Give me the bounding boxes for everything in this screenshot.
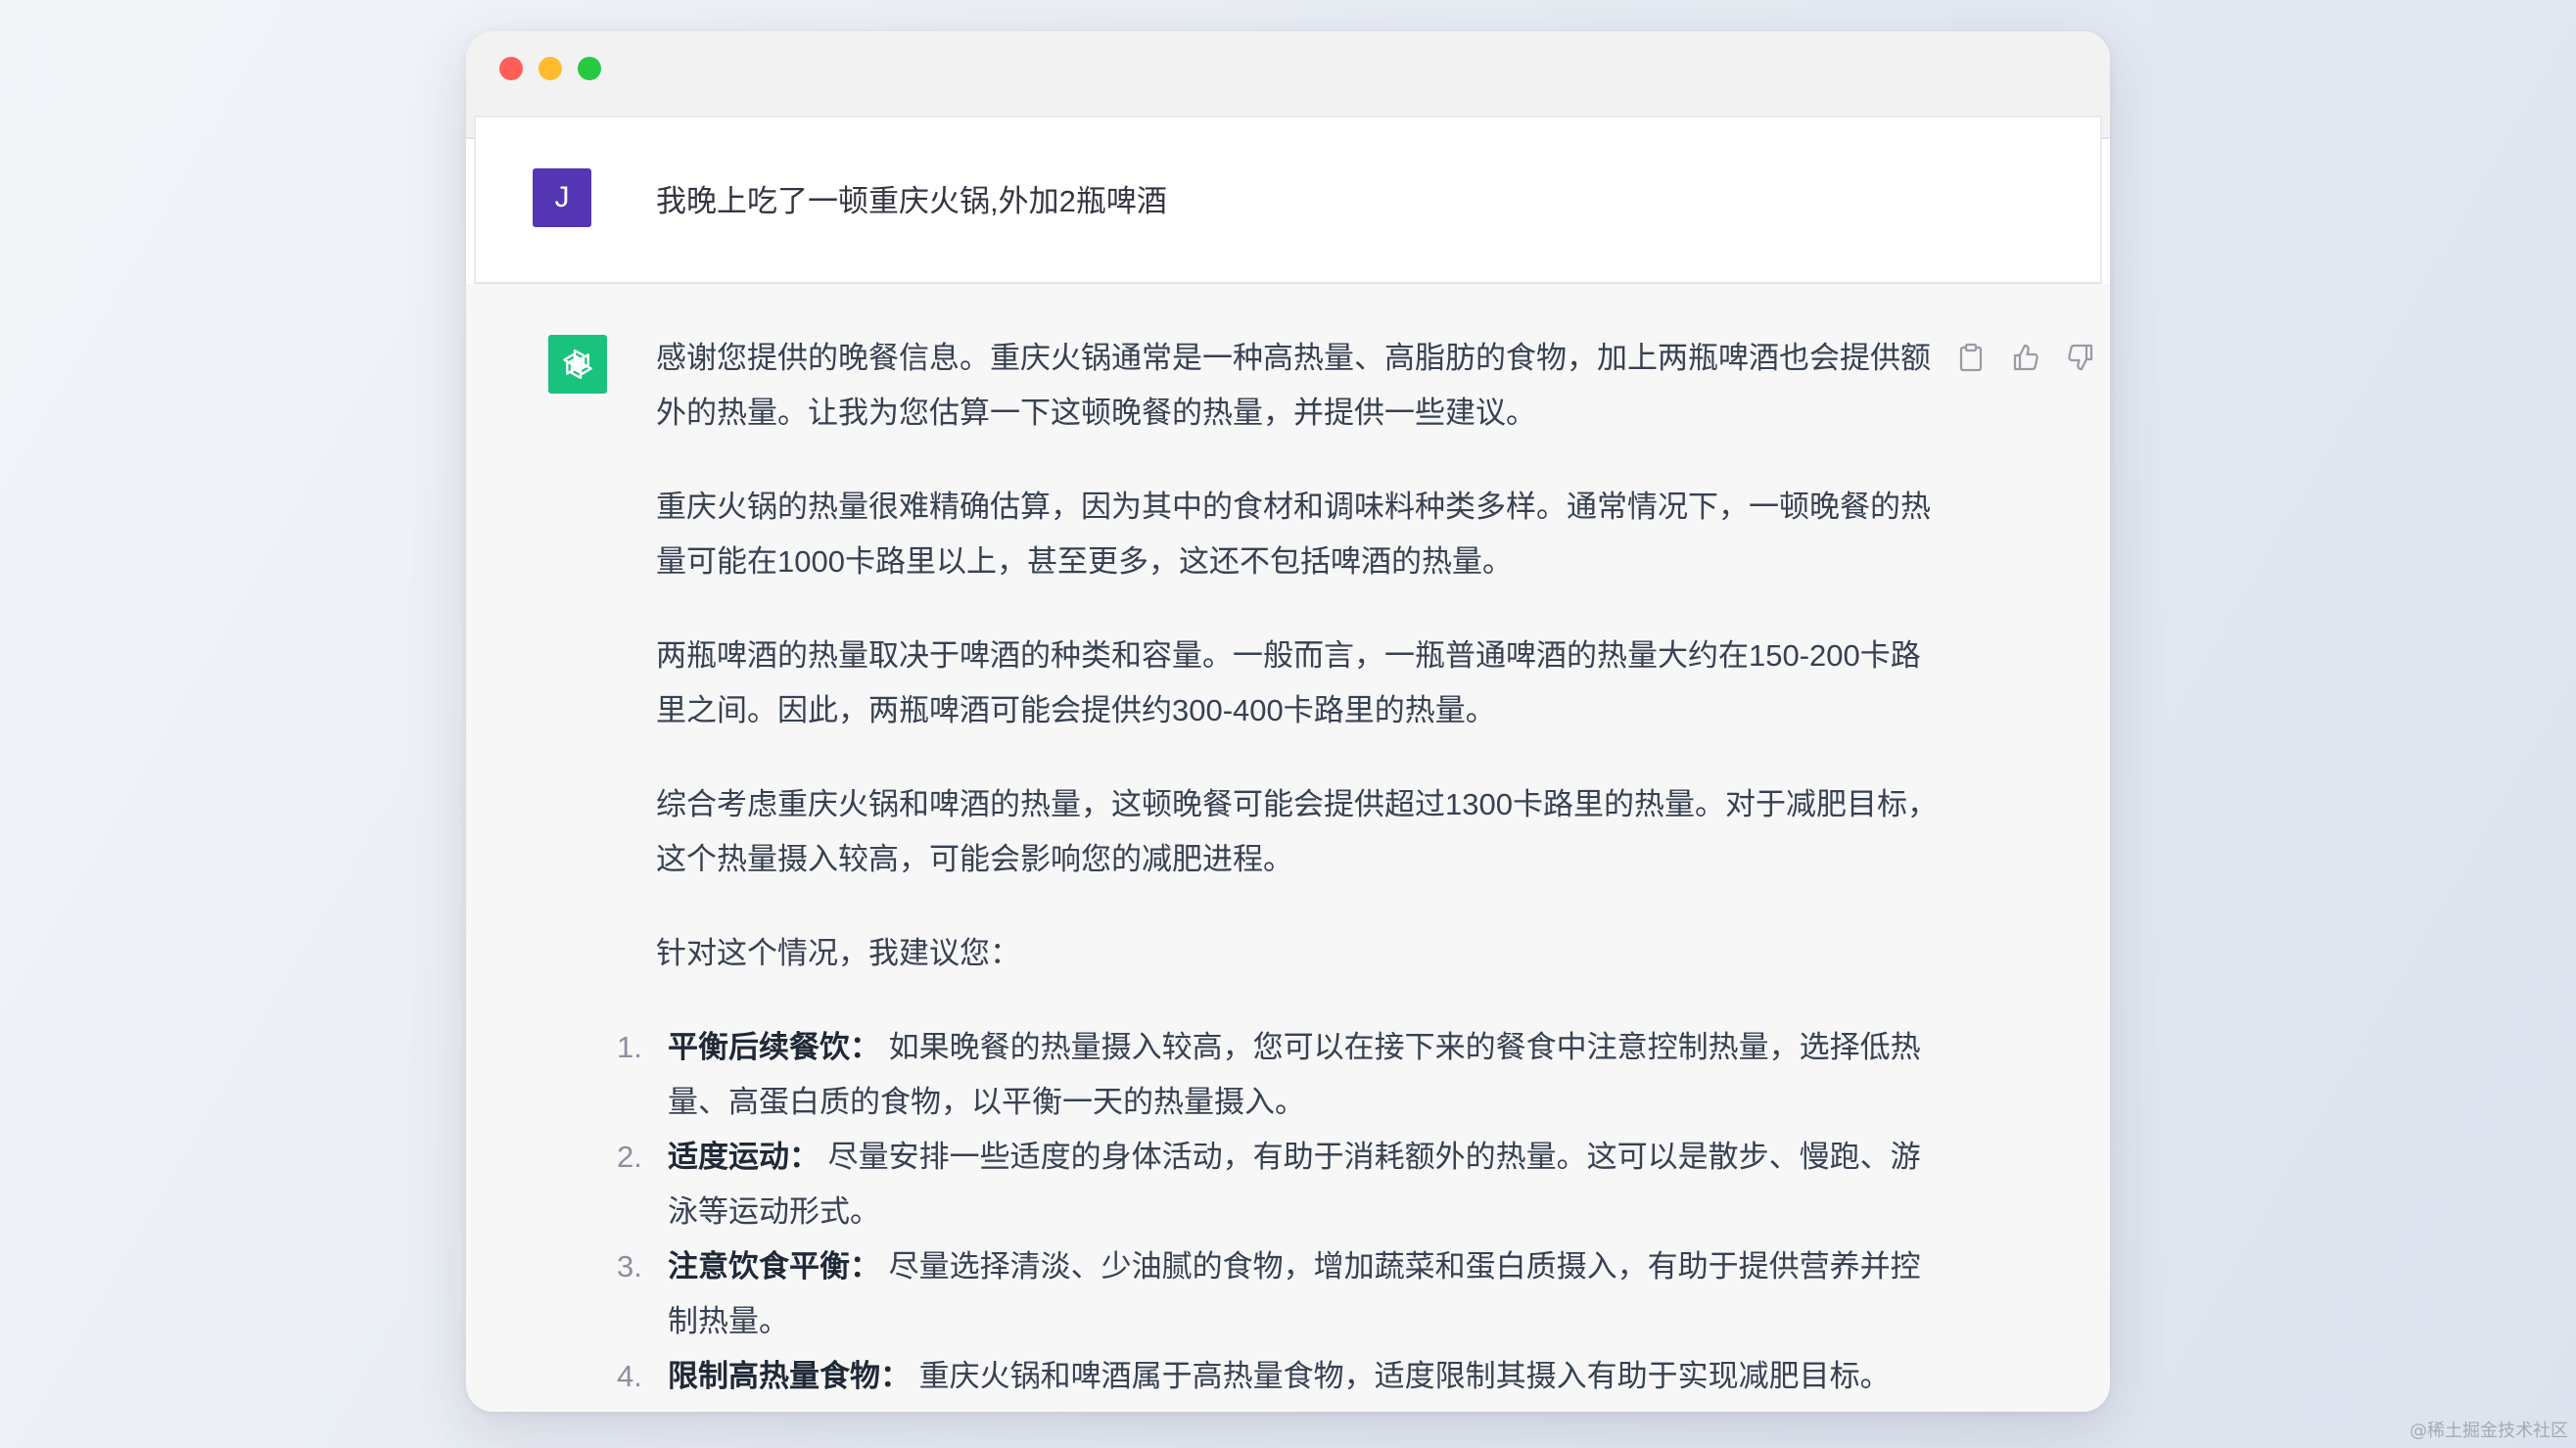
close-window-button[interactable] (499, 57, 523, 80)
user-avatar-initial: J (554, 181, 570, 213)
list-item-title: 注意饮食平衡： (668, 1249, 880, 1284)
user-message-text: 我晚上吃了一顿重庆火锅,外加2瓶啤酒 (656, 184, 1167, 218)
list-item-body: 尽量安排一些适度的身体活动，有助于消耗额外的热量。这可以是散步、慢跑、游泳等运动… (668, 1140, 1921, 1229)
response-paragraph: 重庆火锅的热量很难精确估算，因为其中的食材和调味料种类多样。通常情况下，一顿晚餐… (656, 490, 1931, 579)
list-number: 1. (617, 1030, 642, 1064)
assistant-message: 感谢您提供的晚餐信息。重庆火锅通常是一种高热量、高脂肪的食物，加上两瓶啤酒也会提… (466, 284, 2110, 1412)
list-number: 2. (617, 1140, 642, 1174)
suggestion-list: 1. 平衡后续餐饮： 如果晚餐的热量摄入较高，您可以在接下来的餐食中注意控制热量，… (617, 1020, 1939, 1404)
message-actions (1954, 341, 2097, 374)
list-item: 1. 平衡后续餐饮： 如果晚餐的热量摄入较高，您可以在接下来的餐食中注意控制热量，… (617, 1020, 1939, 1130)
list-number: 4. (617, 1359, 642, 1393)
list-item: 2. 适度运动： 尽量安排一些适度的身体活动，有助于消耗额外的热量。这可以是散步、… (617, 1130, 1939, 1239)
maximize-window-button[interactable] (578, 57, 601, 80)
copy-button[interactable] (1954, 341, 1988, 374)
app-window: J 我晚上吃了一顿重庆火锅,外加2瓶啤酒 感谢您提供的晚餐信息。重庆火锅通常是一… (466, 31, 2110, 1412)
user-message: J 我晚上吃了一顿重庆火锅,外加2瓶啤酒 (474, 116, 2102, 284)
thumbs-up-icon (2013, 344, 2038, 371)
watermark: @稀土掘金技术社区 (2410, 1421, 2568, 1441)
list-item-title: 限制高热量食物： (668, 1359, 911, 1393)
like-button[interactable] (2009, 341, 2042, 374)
response-paragraph: 两瓶啤酒的热量取决于啤酒的种类和容量。一般而言，一瓶普通啤酒的热量大约在150-… (656, 638, 1921, 727)
thumbs-down-icon (2068, 344, 2093, 371)
response-paragraph: 针对这个情况，我建议您： (656, 936, 1020, 970)
list-item: 3. 注意饮食平衡： 尽量选择清淡、少油腻的食物，增加蔬菜和蛋白质摄入，有助于提供… (617, 1239, 1939, 1349)
list-item-title: 适度运动： (668, 1140, 820, 1174)
openai-logo-icon (563, 349, 592, 380)
list-item: 4. 限制高热量食物： 重庆火锅和啤酒属于高热量食物，适度限制其摄入有助于实现减肥… (617, 1349, 1939, 1404)
dislike-button[interactable] (2064, 341, 2097, 374)
response-paragraph: 感谢您提供的晚餐信息。重庆火锅通常是一种高热量、高脂肪的食物，加上两瓶啤酒也会提… (656, 341, 1931, 430)
list-number: 3. (617, 1249, 642, 1284)
user-avatar: J (533, 168, 591, 227)
list-item-title: 平衡后续餐饮： (668, 1030, 880, 1064)
assistant-response: 感谢您提供的晚餐信息。重庆火锅通常是一种高热量、高脂肪的食物，加上两瓶啤酒也会提… (617, 331, 1939, 1404)
minimize-window-button[interactable] (539, 57, 562, 80)
list-item-body: 重庆火锅和啤酒属于高热量食物，适度限制其摄入有助于实现减肥目标。 (918, 1359, 1891, 1393)
assistant-avatar (548, 335, 607, 394)
response-paragraph: 综合考虑重庆火锅和啤酒的热量，这顿晚餐可能会提供超过1300卡路里的热量。对于减… (656, 787, 1938, 876)
clipboard-icon (1959, 343, 1983, 372)
